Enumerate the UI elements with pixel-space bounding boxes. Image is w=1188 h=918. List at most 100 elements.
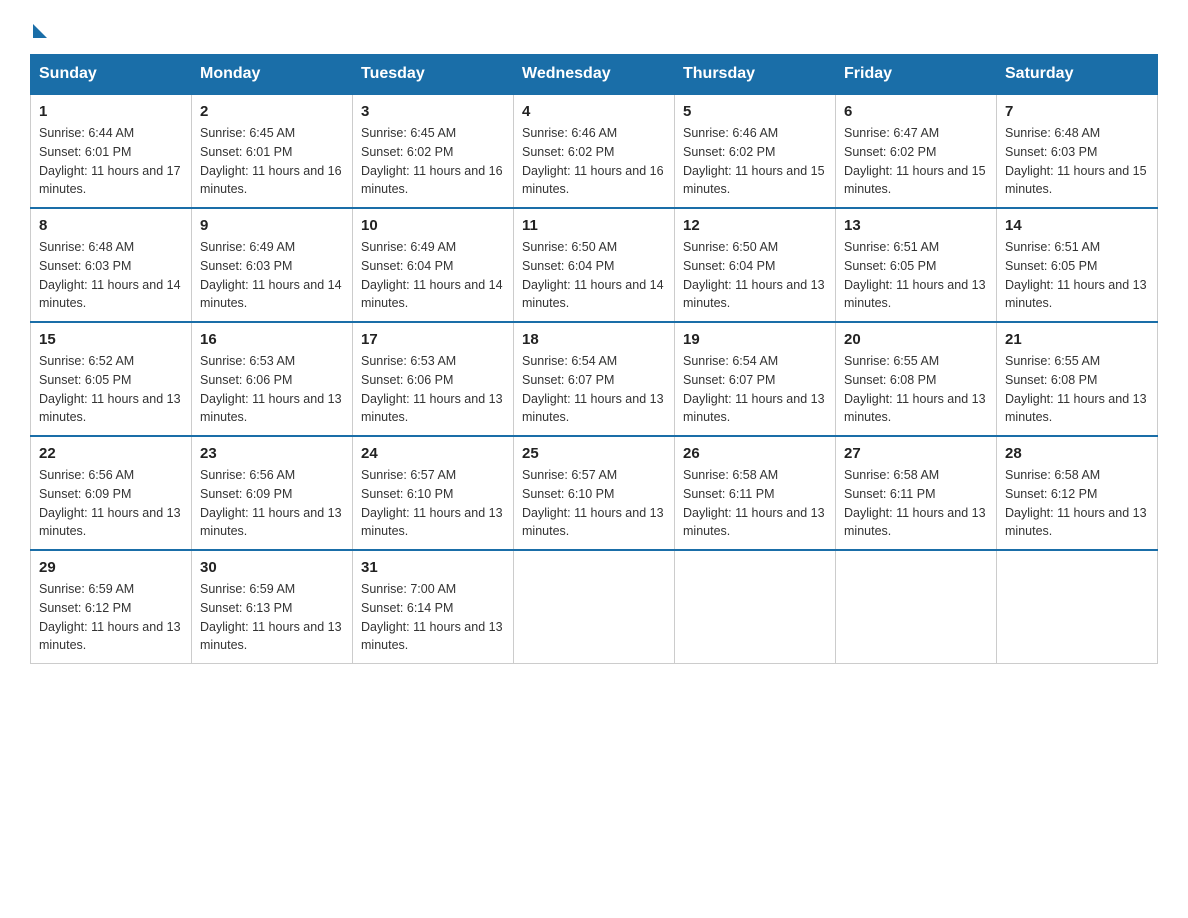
calendar-cell [997, 550, 1158, 664]
calendar-cell: 1 Sunrise: 6:44 AMSunset: 6:01 PMDaylight… [31, 94, 192, 208]
calendar-table: SundayMondayTuesdayWednesdayThursdayFrid… [30, 54, 1158, 664]
day-number: 9 [200, 217, 344, 234]
day-number: 25 [522, 445, 666, 462]
calendar-cell: 15 Sunrise: 6:52 AMSunset: 6:05 PMDayligh… [31, 322, 192, 436]
day-number: 22 [39, 445, 183, 462]
day-number: 12 [683, 217, 827, 234]
calendar-cell [514, 550, 675, 664]
day-number: 24 [361, 445, 505, 462]
day-number: 6 [844, 103, 988, 120]
day-info: Sunrise: 6:59 AMSunset: 6:13 PMDaylight:… [200, 582, 342, 652]
weekday-header-sunday: Sunday [31, 55, 192, 95]
calendar-cell: 25 Sunrise: 6:57 AMSunset: 6:10 PMDayligh… [514, 436, 675, 550]
calendar-week-5: 29 Sunrise: 6:59 AMSunset: 6:12 PMDayligh… [31, 550, 1158, 664]
day-number: 17 [361, 331, 505, 348]
day-info: Sunrise: 6:50 AMSunset: 6:04 PMDaylight:… [522, 240, 664, 310]
day-info: Sunrise: 6:56 AMSunset: 6:09 PMDaylight:… [39, 468, 181, 538]
calendar-cell: 11 Sunrise: 6:50 AMSunset: 6:04 PMDayligh… [514, 208, 675, 322]
day-info: Sunrise: 6:54 AMSunset: 6:07 PMDaylight:… [522, 354, 664, 424]
calendar-cell: 14 Sunrise: 6:51 AMSunset: 6:05 PMDayligh… [997, 208, 1158, 322]
calendar-cell: 13 Sunrise: 6:51 AMSunset: 6:05 PMDayligh… [836, 208, 997, 322]
calendar-week-4: 22 Sunrise: 6:56 AMSunset: 6:09 PMDayligh… [31, 436, 1158, 550]
day-info: Sunrise: 6:51 AMSunset: 6:05 PMDaylight:… [1005, 240, 1147, 310]
day-number: 7 [1005, 103, 1149, 120]
day-number: 3 [361, 103, 505, 120]
calendar-cell: 18 Sunrise: 6:54 AMSunset: 6:07 PMDayligh… [514, 322, 675, 436]
day-info: Sunrise: 6:53 AMSunset: 6:06 PMDaylight:… [361, 354, 503, 424]
day-number: 15 [39, 331, 183, 348]
calendar-cell: 10 Sunrise: 6:49 AMSunset: 6:04 PMDayligh… [353, 208, 514, 322]
day-info: Sunrise: 6:59 AMSunset: 6:12 PMDaylight:… [39, 582, 181, 652]
calendar-cell [675, 550, 836, 664]
calendar-cell: 20 Sunrise: 6:55 AMSunset: 6:08 PMDayligh… [836, 322, 997, 436]
weekday-header-thursday: Thursday [675, 55, 836, 95]
day-info: Sunrise: 6:49 AMSunset: 6:03 PMDaylight:… [200, 240, 342, 310]
day-number: 31 [361, 559, 505, 576]
day-number: 20 [844, 331, 988, 348]
day-info: Sunrise: 6:58 AMSunset: 6:12 PMDaylight:… [1005, 468, 1147, 538]
day-number: 5 [683, 103, 827, 120]
calendar-cell: 2 Sunrise: 6:45 AMSunset: 6:01 PMDaylight… [192, 94, 353, 208]
weekday-header-tuesday: Tuesday [353, 55, 514, 95]
calendar-week-1: 1 Sunrise: 6:44 AMSunset: 6:01 PMDaylight… [31, 94, 1158, 208]
calendar-cell: 3 Sunrise: 6:45 AMSunset: 6:02 PMDaylight… [353, 94, 514, 208]
day-info: Sunrise: 6:47 AMSunset: 6:02 PMDaylight:… [844, 126, 986, 196]
day-info: Sunrise: 6:55 AMSunset: 6:08 PMDaylight:… [844, 354, 986, 424]
calendar-cell: 22 Sunrise: 6:56 AMSunset: 6:09 PMDayligh… [31, 436, 192, 550]
weekday-header-row: SundayMondayTuesdayWednesdayThursdayFrid… [31, 55, 1158, 95]
day-info: Sunrise: 6:56 AMSunset: 6:09 PMDaylight:… [200, 468, 342, 538]
weekday-header-monday: Monday [192, 55, 353, 95]
day-number: 1 [39, 103, 183, 120]
day-number: 13 [844, 217, 988, 234]
day-info: Sunrise: 6:55 AMSunset: 6:08 PMDaylight:… [1005, 354, 1147, 424]
day-info: Sunrise: 6:50 AMSunset: 6:04 PMDaylight:… [683, 240, 825, 310]
day-info: Sunrise: 6:57 AMSunset: 6:10 PMDaylight:… [522, 468, 664, 538]
weekday-header-saturday: Saturday [997, 55, 1158, 95]
day-number: 21 [1005, 331, 1149, 348]
calendar-cell: 4Sunrise: 6:46 AMSunset: 6:02 PMDaylight… [514, 94, 675, 208]
day-number: 14 [1005, 217, 1149, 234]
logo [30, 20, 47, 34]
day-number: 2 [200, 103, 344, 120]
day-info: Sunrise: 6:54 AMSunset: 6:07 PMDaylight:… [683, 354, 825, 424]
day-info: Sunrise: 6:46 AMSunset: 6:02 PMDaylight:… [683, 126, 825, 196]
day-info: Sunrise: 6:48 AMSunset: 6:03 PMDaylight:… [1005, 126, 1147, 196]
calendar-cell [836, 550, 997, 664]
calendar-cell: 29 Sunrise: 6:59 AMSunset: 6:12 PMDayligh… [31, 550, 192, 664]
calendar-cell: 16Sunrise: 6:53 AMSunset: 6:06 PMDayligh… [192, 322, 353, 436]
day-number: 23 [200, 445, 344, 462]
day-info: Sunrise: 6:49 AMSunset: 6:04 PMDaylight:… [361, 240, 503, 310]
day-info: Sunrise: 6:53 AMSunset: 6:06 PMDaylight:… [200, 354, 342, 424]
calendar-week-2: 8 Sunrise: 6:48 AMSunset: 6:03 PMDaylight… [31, 208, 1158, 322]
day-number: 18 [522, 331, 666, 348]
day-info: Sunrise: 6:44 AMSunset: 6:01 PMDaylight:… [39, 126, 181, 196]
day-info: Sunrise: 6:51 AMSunset: 6:05 PMDaylight:… [844, 240, 986, 310]
calendar-cell: 27Sunrise: 6:58 AMSunset: 6:11 PMDayligh… [836, 436, 997, 550]
calendar-week-3: 15 Sunrise: 6:52 AMSunset: 6:05 PMDayligh… [31, 322, 1158, 436]
calendar-cell: 28 Sunrise: 6:58 AMSunset: 6:12 PMDayligh… [997, 436, 1158, 550]
day-number: 27 [844, 445, 988, 462]
day-number: 28 [1005, 445, 1149, 462]
day-number: 10 [361, 217, 505, 234]
calendar-cell: 6 Sunrise: 6:47 AMSunset: 6:02 PMDaylight… [836, 94, 997, 208]
calendar-cell: 19Sunrise: 6:54 AMSunset: 6:07 PMDayligh… [675, 322, 836, 436]
day-info: Sunrise: 6:58 AMSunset: 6:11 PMDaylight:… [683, 468, 825, 538]
page-header [30, 20, 1158, 34]
calendar-cell: 17 Sunrise: 6:53 AMSunset: 6:06 PMDayligh… [353, 322, 514, 436]
day-info: Sunrise: 6:45 AMSunset: 6:01 PMDaylight:… [200, 126, 342, 196]
weekday-header-wednesday: Wednesday [514, 55, 675, 95]
day-info: Sunrise: 6:46 AMSunset: 6:02 PMDaylight:… [522, 126, 664, 196]
day-number: 11 [522, 217, 666, 234]
calendar-cell: 26 Sunrise: 6:58 AMSunset: 6:11 PMDayligh… [675, 436, 836, 550]
day-info: Sunrise: 6:45 AMSunset: 6:02 PMDaylight:… [361, 126, 503, 196]
day-number: 29 [39, 559, 183, 576]
day-info: Sunrise: 6:52 AMSunset: 6:05 PMDaylight:… [39, 354, 181, 424]
day-number: 8 [39, 217, 183, 234]
day-info: Sunrise: 6:48 AMSunset: 6:03 PMDaylight:… [39, 240, 181, 310]
logo-arrow-icon [33, 24, 47, 38]
calendar-cell: 12 Sunrise: 6:50 AMSunset: 6:04 PMDayligh… [675, 208, 836, 322]
calendar-cell: 30Sunrise: 6:59 AMSunset: 6:13 PMDayligh… [192, 550, 353, 664]
calendar-cell: 8 Sunrise: 6:48 AMSunset: 6:03 PMDaylight… [31, 208, 192, 322]
day-info: Sunrise: 7:00 AMSunset: 6:14 PMDaylight:… [361, 582, 503, 652]
day-number: 26 [683, 445, 827, 462]
